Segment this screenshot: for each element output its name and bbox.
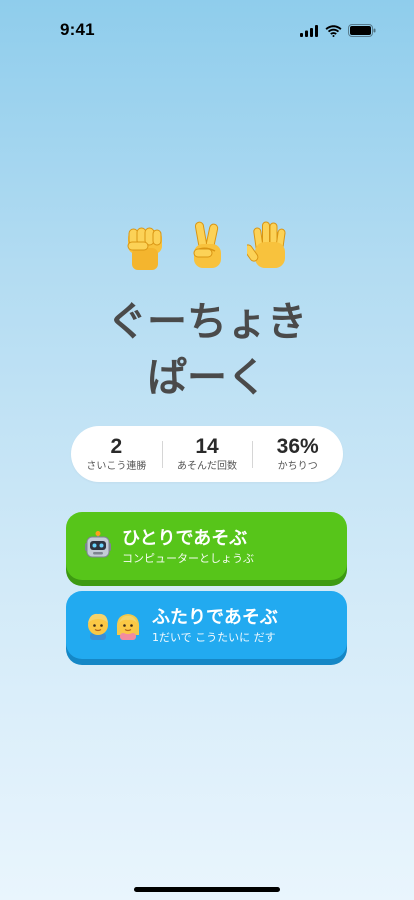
stat-best-streak: 2 さいこう連勝 xyxy=(71,435,162,474)
home-indicator[interactable] xyxy=(134,887,280,892)
stat-win-rate: 36% かちりつ xyxy=(252,435,343,474)
stat-value: 2 xyxy=(110,434,123,458)
stat-games-played: 14 あそんだ回数 xyxy=(161,434,253,474)
robot-icon xyxy=(85,531,111,558)
single-player-subtitle: コンピューターとしょうぶ xyxy=(122,551,254,565)
two-player-title: ふたりであそぶ xyxy=(152,606,278,628)
stat-label: かちりつ xyxy=(277,460,318,472)
stat-value: 14 xyxy=(195,434,219,458)
status-time: 9:41 xyxy=(60,20,95,39)
app-title-line-2: ぱーく xyxy=(147,355,267,401)
stat-value: 36% xyxy=(276,434,319,458)
app-title: ぐーちょき ぱーく xyxy=(0,294,414,406)
boy-icon xyxy=(88,613,108,640)
battery-icon xyxy=(348,22,376,41)
wifi-icon xyxy=(325,22,342,41)
raised-fist-icon xyxy=(127,227,162,270)
raised-hand-icon xyxy=(247,221,286,268)
hand-signs xyxy=(0,220,414,272)
stat-label: さいこう連勝 xyxy=(86,460,147,472)
status-bar: 9:41 xyxy=(0,0,414,60)
two-player-text: ふたりであそぶ 1だいで こうたいに だす xyxy=(152,606,278,645)
status-icons xyxy=(300,22,376,41)
single-player-title: ひとりであそぶ xyxy=(122,527,248,549)
single-player-text: ひとりであそぶ コンピューターとしょうぶ xyxy=(122,527,254,566)
single-player-button[interactable]: ひとりであそぶ コンピューターとしょうぶ xyxy=(66,512,347,580)
two-player-icons xyxy=(84,610,142,640)
victory-hand-icon xyxy=(193,221,221,268)
cellular-signal-icon xyxy=(300,22,319,41)
stat-label: あそんだ回数 xyxy=(177,460,237,472)
single-player-icons xyxy=(84,531,112,561)
girl-icon xyxy=(116,614,140,640)
app-title-line-1: ぐーちょき xyxy=(107,299,307,345)
two-player-button[interactable]: ふたりであそぶ 1だいで こうたいに だす xyxy=(66,591,347,659)
game-home-screen: 9:41 ぐーちょき ぱーく 2 さいこう連勝 14 あそんだ回数 36% かち… xyxy=(0,0,414,900)
stats-panel: 2 さいこう連勝 14 あそんだ回数 36% かちりつ xyxy=(71,426,343,482)
two-player-subtitle: 1だいで こうたいに だす xyxy=(152,630,276,644)
